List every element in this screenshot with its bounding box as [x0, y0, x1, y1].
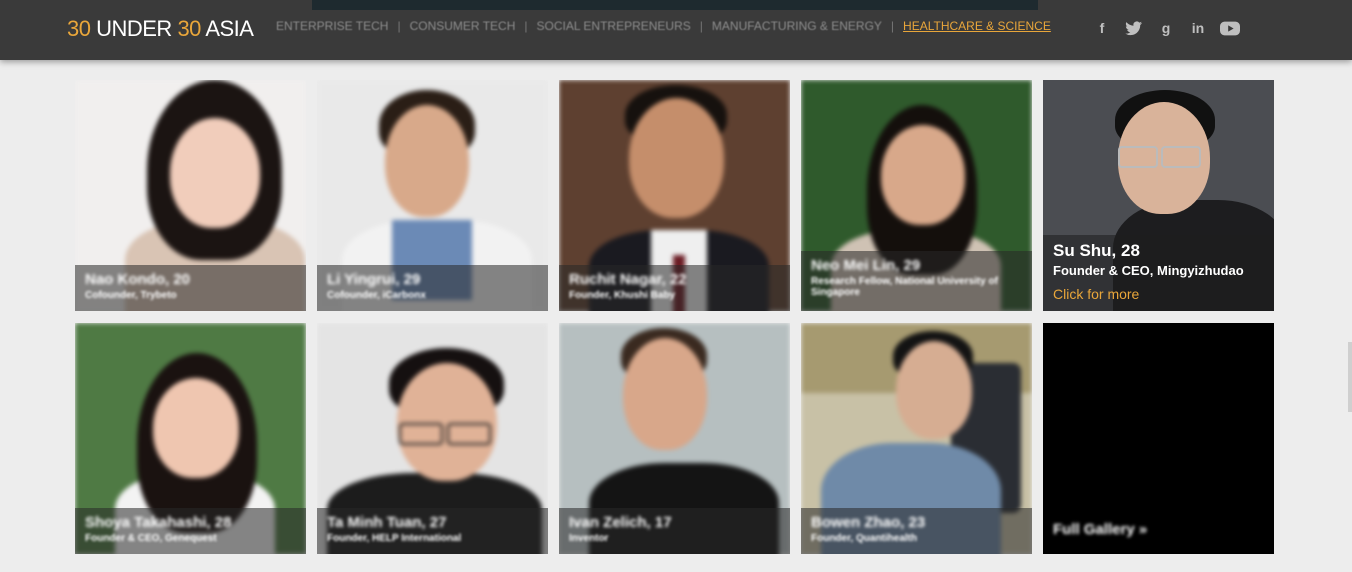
honoree-role: Founder & CEO, Genequest: [85, 533, 217, 544]
honoree-name: Ruchit Nagar, 22: [569, 271, 687, 288]
logo-number: 30: [177, 16, 201, 41]
honoree-name: Shoya Takahashi, 28: [85, 514, 232, 531]
honoree-role: Founder, Quantihealth: [811, 533, 918, 544]
honoree-name: Bowen Zhao, 23: [811, 514, 926, 531]
scrollbar-hint[interactable]: [1348, 342, 1352, 412]
full-gallery-link[interactable]: Full Gallery »: [1053, 521, 1147, 538]
honoree-card[interactable]: Neo Mei Lin, 29 Research Fellow, Nationa…: [801, 80, 1032, 311]
facebook-icon[interactable]: f: [1092, 18, 1112, 38]
nav-manufacturing-energy[interactable]: MANUFACTURING & ENERGY: [712, 19, 882, 33]
click-for-more-link[interactable]: Click for more: [1053, 286, 1264, 302]
nav-enterprise-tech[interactable]: ENTERPRISE TECH: [276, 19, 388, 33]
linkedin-icon[interactable]: in: [1188, 18, 1208, 38]
honoree-caption: Shoya Takahashi, 28 Founder & CEO, Geneq…: [75, 508, 306, 554]
logo-word: UNDER: [90, 16, 178, 41]
honoree-name: Ta Minh Tuan, 27: [327, 514, 447, 531]
honoree-card[interactable]: Ivan Zelich, 17 Inventor: [559, 323, 790, 554]
honoree-role: Founder & CEO, Mingyizhudao: [1053, 263, 1244, 278]
category-nav: ENTERPRISE TECH | CONSUMER TECH | SOCIAL…: [276, 19, 1051, 33]
youtube-icon[interactable]: [1220, 18, 1240, 38]
logo-region: ASIA: [200, 16, 254, 41]
honoree-card[interactable]: Nao Kondo, 20 Cofounder, Trybeto: [75, 80, 306, 311]
honoree-caption: Bowen Zhao, 23 Founder, Quantihealth: [801, 508, 1032, 554]
logo-number: 30: [67, 16, 91, 41]
honoree-role: Founder, HELP International: [327, 533, 462, 544]
honoree-role: Research Fellow, National University of …: [811, 276, 998, 298]
honoree-caption: Li Yingrui, 29 Cofounder, iCarbonx: [317, 265, 548, 311]
honoree-name: Neo Mei Lin, 29: [811, 257, 921, 274]
top-navigation-bar: 30 UNDER 30 ASIA ENTERPRISE TECH | CONSU…: [0, 0, 1352, 60]
honoree-caption: Neo Mei Lin, 29 Research Fellow, Nationa…: [801, 251, 1032, 311]
google-plus-icon[interactable]: g: [1156, 18, 1176, 38]
twitter-icon[interactable]: [1124, 18, 1144, 38]
honoree-role: Cofounder, Trybeto: [85, 290, 177, 301]
nav-separator: |: [699, 19, 703, 33]
honoree-name: Li Yingrui, 29: [327, 271, 421, 288]
honoree-caption: Su Shu, 28 Founder & CEO, Mingyizhudao C…: [1043, 235, 1274, 311]
honoree-caption: Ta Minh Tuan, 27 Founder, HELP Internati…: [317, 508, 548, 554]
honoree-card[interactable]: Shoya Takahashi, 28 Founder & CEO, Geneq…: [75, 323, 306, 554]
full-gallery-card[interactable]: Full Gallery »: [1043, 323, 1274, 554]
social-links: f g in: [1092, 18, 1240, 38]
honoree-card[interactable]: Ruchit Nagar, 22 Founder, Khushi Baby: [559, 80, 790, 311]
honoree-card[interactable]: Ta Minh Tuan, 27 Founder, HELP Internati…: [317, 323, 548, 554]
honoree-card[interactable]: Li Yingrui, 29 Cofounder, iCarbonx: [317, 80, 548, 311]
honoree-name: Ivan Zelich, 17: [569, 514, 672, 531]
nav-consumer-tech[interactable]: CONSUMER TECH: [410, 19, 516, 33]
honoree-role: Cofounder, iCarbonx: [327, 290, 426, 301]
header-banner-strip: [312, 0, 1038, 10]
honoree-card[interactable]: Bowen Zhao, 23 Founder, Quantihealth: [801, 323, 1032, 554]
nav-separator: |: [524, 19, 528, 33]
site-logo[interactable]: 30 UNDER 30 ASIA: [67, 16, 254, 42]
honoree-role: Inventor: [569, 533, 609, 544]
honoree-caption: Nao Kondo, 20 Cofounder, Trybeto: [75, 265, 306, 311]
honoree-caption: Ruchit Nagar, 22 Founder, Khushi Baby: [559, 265, 790, 311]
honoree-name: Su Shu, 28: [1053, 241, 1140, 260]
nav-healthcare-science[interactable]: HEALTHCARE & SCIENCE: [903, 19, 1051, 33]
nav-separator: |: [397, 19, 401, 33]
honoree-caption: Ivan Zelich, 17 Inventor: [559, 508, 790, 554]
honoree-name: Nao Kondo, 20: [85, 271, 191, 288]
nav-social-entrepreneurs[interactable]: SOCIAL ENTREPRENEURS: [537, 19, 691, 33]
featured-honoree-card[interactable]: Su Shu, 28 Founder & CEO, Mingyizhudao C…: [1043, 80, 1274, 311]
honoree-role: Founder, Khushi Baby: [569, 290, 676, 301]
nav-separator: |: [890, 19, 895, 33]
